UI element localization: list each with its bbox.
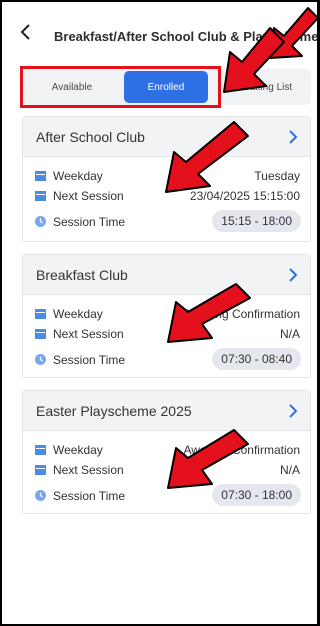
- app-screen: Breakfast/After School Club & Playscheme…: [2, 2, 317, 624]
- annotation-arrow: [167, 283, 251, 343]
- annotation-arrows: [165, 7, 317, 489]
- annotation-arrow: [165, 121, 249, 193]
- annotation-arrow: [223, 27, 285, 93]
- annotation-arrow: [167, 429, 249, 489]
